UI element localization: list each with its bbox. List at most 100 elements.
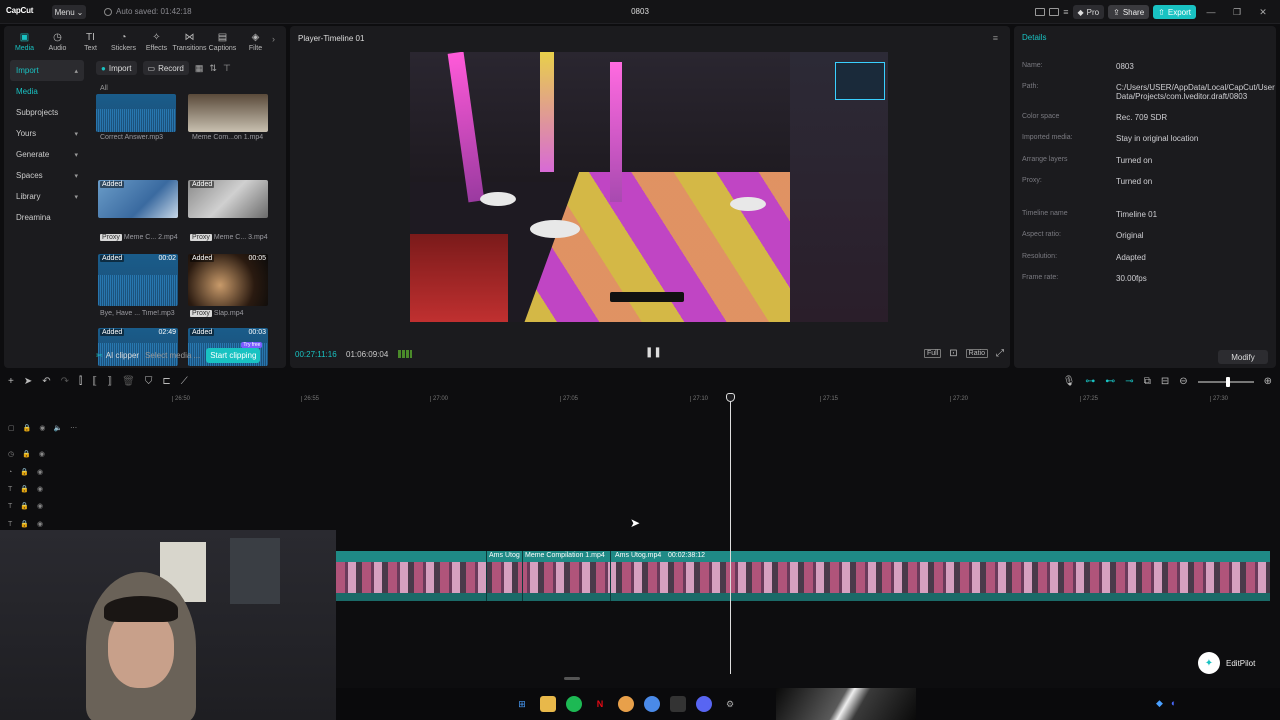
capcut-icon[interactable] [670, 696, 686, 712]
eye-icon[interactable]: ◉ [39, 450, 45, 458]
tab-effects[interactable]: ✧ Effects [140, 28, 173, 53]
shield-icon[interactable]: ⛉ [145, 376, 153, 387]
export-button[interactable]: ⇧ Export [1153, 5, 1196, 19]
more-icon[interactable]: ⋯ [70, 424, 77, 432]
editpilot-button[interactable]: ✦ EditPilot [1198, 651, 1255, 675]
tab-filters[interactable]: ◈ Filte [239, 28, 272, 53]
lock-icon[interactable]: 🔒 [23, 424, 32, 432]
horizontal-scrollbar[interactable] [564, 677, 580, 680]
media-thumb[interactable]: Added [98, 180, 178, 218]
ratio-button[interactable]: Ratio [965, 349, 988, 358]
start-clipping-button[interactable]: Start clipping Try free [206, 341, 263, 363]
main-video-track[interactable]: Ams Utog Meme Compilation 1.mp4 Ams Utog… [336, 551, 1270, 601]
chevron-right-icon[interactable]: › [272, 34, 275, 44]
pro-button[interactable]: ◆ Pro [1072, 5, 1105, 19]
pause-icon[interactable]: ❚❚ [645, 347, 662, 358]
select-tool-icon[interactable]: ➤ [24, 376, 32, 387]
ai-clipper-label[interactable]: ✂ AI clipper [96, 351, 139, 360]
microphone-icon[interactable]: 🎙 [1063, 376, 1076, 387]
browser-icon[interactable] [644, 696, 660, 712]
eye-icon[interactable]: ◉ [37, 520, 43, 528]
media-thumb[interactable]: Added 00:05 [188, 254, 268, 306]
tab-stickers[interactable]: ◔ Stickers [107, 28, 140, 53]
delete-icon[interactable]: 🗑 [122, 376, 135, 387]
nav-library[interactable]: Library ▾ [10, 186, 84, 207]
lock-icon[interactable]: 🔒 [20, 485, 29, 493]
split-right-icon[interactable]: ⟧ [107, 376, 112, 387]
add-icon[interactable]: + [8, 376, 14, 387]
lock-icon[interactable]: 🔒 [20, 520, 29, 528]
preview-axis-icon[interactable]: ⧉ [1144, 376, 1151, 387]
grid-view-icon[interactable]: ▦ [195, 63, 204, 74]
hamburger-icon[interactable]: ≡ [993, 33, 998, 43]
nav-import[interactable]: Import ▴ [10, 60, 84, 81]
file-explorer-icon[interactable] [540, 696, 556, 712]
nav-subprojects[interactable]: Subprojects [10, 102, 84, 123]
sort-icon[interactable]: ⇅ [209, 63, 217, 74]
timeline-ruler[interactable]: 26:50 26:55 27:00 27:05 27:10 27:15 27:2… [90, 394, 1280, 406]
filter-icon[interactable]: ⊤ [223, 63, 231, 74]
minimize-icon[interactable]: — [1200, 7, 1222, 17]
video-preview[interactable] [410, 52, 888, 322]
nav-yours[interactable]: Yours ▾ [10, 123, 84, 144]
playhead-handle[interactable] [726, 393, 735, 402]
playhead-line[interactable] [730, 394, 731, 674]
lock-icon[interactable]: 🔒 [20, 502, 29, 510]
caption-icon[interactable]: ⊟ [1161, 376, 1169, 387]
nav-media[interactable]: Media [10, 81, 84, 102]
volume-icon[interactable]: 🔈 [53, 424, 62, 432]
tab-transitions[interactable]: ⋈ Transitions [173, 28, 207, 53]
lock-icon[interactable]: 🔒 [22, 450, 31, 458]
game-app-icon[interactable]: ⚙ [722, 696, 738, 712]
linkage-icon[interactable]: ⊸ [1125, 376, 1133, 387]
clip-divider[interactable] [486, 551, 487, 601]
list-icon[interactable]: ≡ [1063, 7, 1068, 17]
tray-app-icon[interactable]: ◆ [1156, 698, 1163, 709]
spotify-icon[interactable] [566, 696, 582, 712]
fullscreen-icon[interactable]: ⤢ [996, 348, 1004, 359]
split-left-icon[interactable]: ⟦ [92, 376, 97, 387]
eye-icon[interactable]: ◉ [39, 424, 45, 432]
media-thumb[interactable] [188, 94, 268, 132]
windows-start-icon[interactable]: ⊞ [514, 696, 530, 712]
redo-icon[interactable]: ↷ [61, 376, 69, 387]
eye-icon[interactable]: ◉ [37, 485, 43, 493]
tab-text[interactable]: TI Text [74, 28, 107, 53]
tab-captions[interactable]: ▤ Captions [206, 28, 239, 53]
full-quality-button[interactable]: Full [923, 349, 942, 358]
clip-divider[interactable] [522, 551, 523, 601]
cover-icon[interactable]: ▢ [8, 424, 15, 432]
clip-divider[interactable] [610, 551, 611, 601]
tray-app-icon[interactable]: ◐ [1171, 698, 1176, 709]
chrome-icon[interactable] [618, 696, 634, 712]
tab-media[interactable]: ▣ Media [8, 28, 41, 53]
eye-icon[interactable]: ◉ [37, 502, 43, 510]
screenshot-icon[interactable]: ⊡ [949, 348, 957, 359]
shortcuts-icon[interactable] [1049, 8, 1060, 16]
modify-button[interactable]: Modify [1218, 350, 1268, 364]
zoom-slider[interactable] [1197, 376, 1254, 387]
magnet-icon[interactable]: ⊷ [1105, 376, 1115, 387]
nav-spaces[interactable]: Spaces ▾ [10, 165, 84, 186]
link-main-track-icon[interactable]: ⊶ [1085, 376, 1095, 387]
import-button[interactable]: ● Import [96, 61, 137, 75]
zoom-out-icon[interactable]: ⊖ [1179, 376, 1187, 387]
magic-icon[interactable]: ⟋ [181, 376, 188, 387]
netflix-icon[interactable]: N [592, 696, 608, 712]
nav-generate[interactable]: Generate ▾ [10, 144, 84, 165]
restore-icon[interactable]: ❐ [1226, 7, 1248, 18]
eye-icon[interactable]: ◉ [37, 468, 43, 476]
share-button[interactable]: ⇪ Share [1108, 5, 1150, 19]
split-icon[interactable]: ⫿ [79, 376, 82, 387]
close-icon[interactable]: ✕ [1252, 7, 1274, 18]
nav-dreamina[interactable]: Dreamina [10, 207, 84, 228]
media-thumb[interactable]: Added [188, 180, 268, 218]
crop-icon[interactable]: ⊏ [162, 376, 170, 387]
undo-icon[interactable]: ↶ [42, 376, 50, 387]
lock-icon[interactable]: 🔒 [20, 468, 29, 476]
media-thumb[interactable]: Added 00:02 [98, 254, 178, 306]
media-thumb[interactable] [96, 94, 176, 132]
layout-icon[interactable] [1035, 8, 1046, 16]
record-button[interactable]: ▭ Record [142, 61, 189, 75]
tab-audio[interactable]: ◷ Audio [41, 28, 74, 53]
